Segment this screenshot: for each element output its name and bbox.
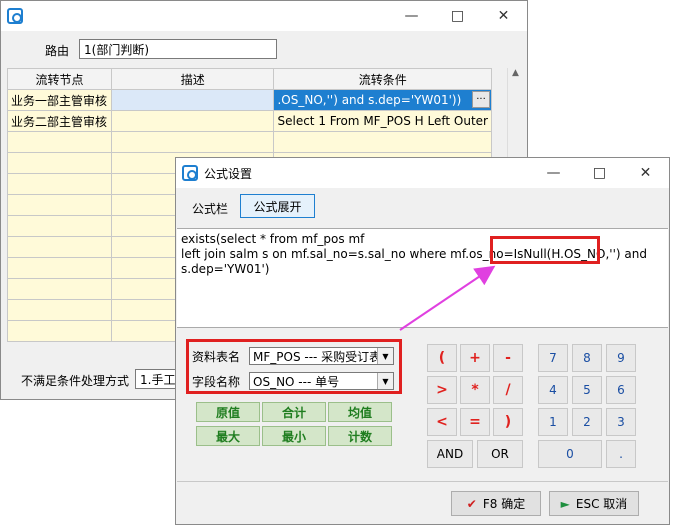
cancel-button[interactable]: ► ESC 取消 bbox=[549, 491, 639, 516]
formula-expand-button[interactable]: 公式展开 bbox=[240, 194, 315, 218]
table-row[interactable]: 业务二部主管审核 Select 1 From MF_POS H Left Out… bbox=[7, 110, 492, 132]
field-select-highlight bbox=[186, 339, 402, 394]
num-1-button[interactable]: 1 bbox=[538, 408, 568, 436]
formula-dialog: 公式设置 — □ ✕ 公式栏 公式展开 exists(select * from… bbox=[175, 157, 670, 525]
op-or-button[interactable]: OR bbox=[477, 440, 523, 468]
exit-person-icon: ► bbox=[560, 496, 570, 511]
row-cond[interactable]: Select 1 From MF_POS H Left Outer bbox=[273, 110, 492, 132]
num-7-button[interactable]: 7 bbox=[538, 344, 568, 372]
row-node[interactable]: 业务二部主管审核 bbox=[7, 110, 112, 132]
scroll-up-icon[interactable]: ▲ bbox=[508, 68, 523, 78]
op-multiply-button[interactable]: * bbox=[460, 376, 490, 404]
route-field[interactable]: 1(部门判断) bbox=[79, 39, 277, 59]
column-header-node[interactable]: 流转节点 bbox=[7, 68, 112, 90]
table-row[interactable]: 业务一部主管审核 .OS_NO,'') and s.dep='YW01')) ·… bbox=[7, 89, 492, 111]
check-icon: ✔ bbox=[466, 496, 477, 511]
ok-button-label: F8 确定 bbox=[482, 497, 526, 511]
num-0-button[interactable]: 0 bbox=[538, 440, 602, 468]
ok-button[interactable]: ✔ F8 确定 bbox=[451, 491, 541, 516]
dialog-titlebar: 公式设置 — □ ✕ bbox=[176, 158, 669, 188]
func-original-button[interactable]: 原值 bbox=[196, 402, 260, 422]
op-gt-button[interactable]: > bbox=[427, 376, 457, 404]
num-dot-button[interactable]: . bbox=[606, 440, 636, 468]
row-cond-text: .OS_NO,'') and s.dep='YW01')) bbox=[277, 93, 462, 107]
column-header-cond[interactable]: 流转条件 bbox=[273, 68, 492, 90]
app-icon bbox=[7, 8, 23, 24]
func-sum-button[interactable]: 合计 bbox=[262, 402, 326, 422]
op-and-button[interactable]: AND bbox=[427, 440, 473, 468]
func-min-button[interactable]: 最小 bbox=[262, 426, 326, 446]
row-node[interactable]: 业务一部主管审核 bbox=[7, 89, 112, 111]
minimize-button[interactable]: — bbox=[531, 158, 576, 188]
unmet-label: 不满足条件处理方式 bbox=[21, 374, 130, 388]
row-desc[interactable] bbox=[110, 89, 275, 111]
maximize-button[interactable]: □ bbox=[435, 1, 480, 31]
dialog-title: 公式设置 bbox=[204, 166, 253, 181]
isnull-highlight bbox=[490, 236, 600, 264]
num-2-button[interactable]: 2 bbox=[572, 408, 602, 436]
formula-line-3: s.dep='YW01') bbox=[181, 262, 270, 276]
num-9-button[interactable]: 9 bbox=[606, 344, 636, 372]
cancel-button-label: ESC 取消 bbox=[575, 497, 628, 511]
minimize-button[interactable]: — bbox=[389, 1, 434, 31]
row-cond-selected[interactable]: .OS_NO,'') and s.dep='YW01')) ··· bbox=[273, 89, 492, 111]
func-avg-button[interactable]: 均值 bbox=[328, 402, 392, 422]
route-window-titlebar: — □ ✕ bbox=[1, 1, 527, 31]
ellipsis-button[interactable]: ··· bbox=[472, 91, 490, 108]
dialog-footer bbox=[177, 481, 668, 482]
formula-bar-label[interactable]: 公式栏 bbox=[192, 200, 228, 217]
num-8-button[interactable]: 8 bbox=[572, 344, 602, 372]
num-3-button[interactable]: 3 bbox=[606, 408, 636, 436]
num-5-button[interactable]: 5 bbox=[572, 376, 602, 404]
func-count-button[interactable]: 计数 bbox=[328, 426, 392, 446]
op-plus-button[interactable]: + bbox=[460, 344, 490, 372]
row-desc[interactable] bbox=[110, 110, 275, 132]
num-4-button[interactable]: 4 bbox=[538, 376, 568, 404]
op-equals-button[interactable]: = bbox=[460, 408, 490, 436]
func-max-button[interactable]: 最大 bbox=[196, 426, 260, 446]
op-divide-button[interactable]: / bbox=[493, 376, 523, 404]
maximize-button[interactable]: □ bbox=[577, 158, 622, 188]
num-6-button[interactable]: 6 bbox=[606, 376, 636, 404]
column-header-desc[interactable]: 描述 bbox=[110, 68, 275, 90]
op-lt-button[interactable]: < bbox=[427, 408, 457, 436]
close-button[interactable]: ✕ bbox=[623, 158, 668, 188]
route-label: 路由 bbox=[45, 44, 70, 58]
table-row[interactable] bbox=[7, 131, 492, 153]
close-button[interactable]: ✕ bbox=[481, 1, 526, 31]
op-lparen-button[interactable]: ( bbox=[427, 344, 457, 372]
op-rparen-button[interactable]: ) bbox=[493, 408, 523, 436]
app-icon bbox=[182, 165, 198, 181]
op-minus-button[interactable]: - bbox=[493, 344, 523, 372]
